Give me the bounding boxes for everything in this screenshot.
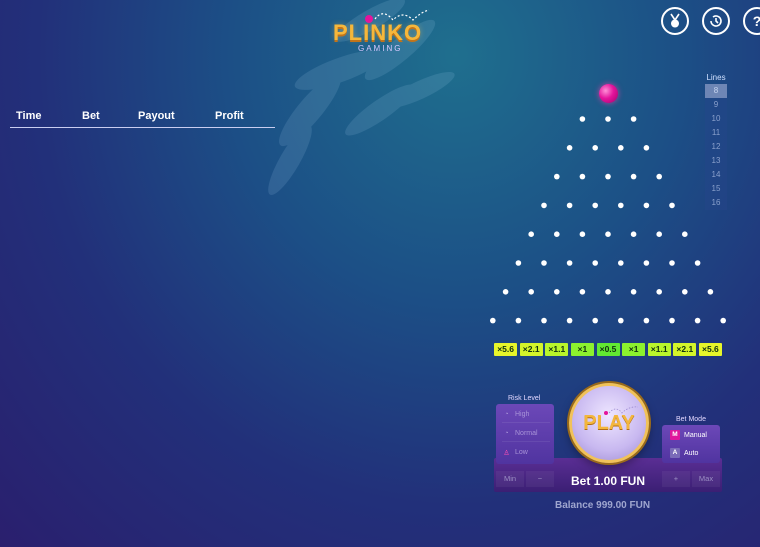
peg xyxy=(618,260,624,266)
peg xyxy=(618,317,624,324)
peg xyxy=(515,260,522,266)
peg xyxy=(669,317,675,324)
peg xyxy=(502,289,509,295)
peg xyxy=(682,289,688,295)
bet-min-button[interactable]: Min xyxy=(496,471,524,487)
bet-mode-title: Bet Mode xyxy=(676,416,706,423)
peg xyxy=(643,260,650,266)
peg xyxy=(630,231,637,237)
multiplier-slot: ×1 xyxy=(570,343,594,356)
peg xyxy=(566,317,573,324)
peg xyxy=(605,231,611,237)
peg xyxy=(694,317,701,324)
risk-option-label: Low xyxy=(515,449,528,456)
multiplier-slot: ×5.6 xyxy=(494,343,518,356)
balance-display: Balance 999.00 FUN xyxy=(555,500,651,511)
bet-mode-box: M Manual A Auto xyxy=(662,425,720,463)
peg xyxy=(515,317,522,324)
peg xyxy=(630,116,637,122)
peg xyxy=(528,231,534,237)
multiplier-slot: ×2.1 xyxy=(673,343,697,356)
multiplier-slot: ×1 xyxy=(622,343,646,356)
circle-icon: ◔ xyxy=(504,429,509,437)
bet-increase-button[interactable]: + xyxy=(662,471,690,487)
play-ball-arc xyxy=(604,406,639,415)
risk-option-high[interactable]: ◔ High xyxy=(502,406,550,423)
peg xyxy=(707,289,714,295)
peg xyxy=(656,289,662,295)
peg xyxy=(566,202,573,209)
peg xyxy=(541,260,547,266)
peg xyxy=(630,289,637,295)
peg xyxy=(592,202,598,209)
peg xyxy=(720,317,726,324)
peg xyxy=(605,116,611,122)
peg xyxy=(541,317,547,324)
peg xyxy=(605,289,611,295)
mode-option-manual[interactable]: M Manual xyxy=(670,428,707,442)
peg xyxy=(669,260,675,266)
multiplier-slot: ×0.5 xyxy=(596,343,620,356)
peg xyxy=(592,317,598,324)
multiplier-slot: ×5.6 xyxy=(698,343,722,356)
bet-decrease-button[interactable]: − xyxy=(526,471,554,487)
risk-option-label: High xyxy=(515,410,530,418)
risk-level-title: Risk Level xyxy=(508,395,541,402)
peg xyxy=(554,289,560,295)
peg xyxy=(579,231,586,237)
auto-key-badge: A xyxy=(670,448,680,458)
peg xyxy=(554,173,560,180)
peg xyxy=(643,317,650,324)
risk-option-label: Normal xyxy=(515,429,538,437)
multiplier-slot: ×1.1 xyxy=(647,343,671,356)
peg xyxy=(490,317,496,324)
peg xyxy=(656,173,662,180)
play-button[interactable]: PLAY xyxy=(569,383,649,463)
peg xyxy=(566,145,573,151)
multiplier-slot: ×1.1 xyxy=(545,343,569,356)
peg xyxy=(541,202,547,209)
peg xyxy=(566,260,573,266)
peg xyxy=(579,116,586,122)
peg xyxy=(630,173,637,180)
multiplier-slot: ×2.1 xyxy=(519,343,543,356)
bet-max-button[interactable]: Max xyxy=(692,471,720,487)
circle-icon: ◔ xyxy=(504,410,509,418)
mode-option-label: Manual xyxy=(684,431,707,439)
risk-option-low[interactable]: ♙ Low xyxy=(502,444,550,461)
flask-icon: ♙ xyxy=(503,449,510,457)
mode-option-auto[interactable]: A Auto xyxy=(670,446,698,460)
plinko-ball xyxy=(599,84,618,103)
peg xyxy=(682,231,688,237)
peg xyxy=(643,202,650,209)
peg xyxy=(554,231,560,237)
peg xyxy=(579,173,586,180)
manual-key-badge: M xyxy=(670,430,680,440)
peg xyxy=(592,145,598,151)
mode-option-label: Auto xyxy=(684,449,699,457)
peg xyxy=(592,260,598,266)
peg xyxy=(579,289,586,295)
risk-level-box: ◔ High ◔ Normal ♙ Low xyxy=(496,404,554,464)
peg xyxy=(618,202,624,209)
peg xyxy=(656,231,662,237)
risk-option-normal[interactable]: ◔ Normal xyxy=(502,425,550,442)
peg xyxy=(694,260,701,266)
peg xyxy=(528,289,534,295)
bet-amount: Bet 1.00 FUN xyxy=(570,474,646,488)
control-panel: Risk Level ◔ High ◔ Normal ♙ Low PLAY Be… xyxy=(494,380,722,492)
peg xyxy=(618,145,624,151)
peg xyxy=(643,145,650,151)
peg xyxy=(605,173,611,180)
peg xyxy=(669,202,675,209)
